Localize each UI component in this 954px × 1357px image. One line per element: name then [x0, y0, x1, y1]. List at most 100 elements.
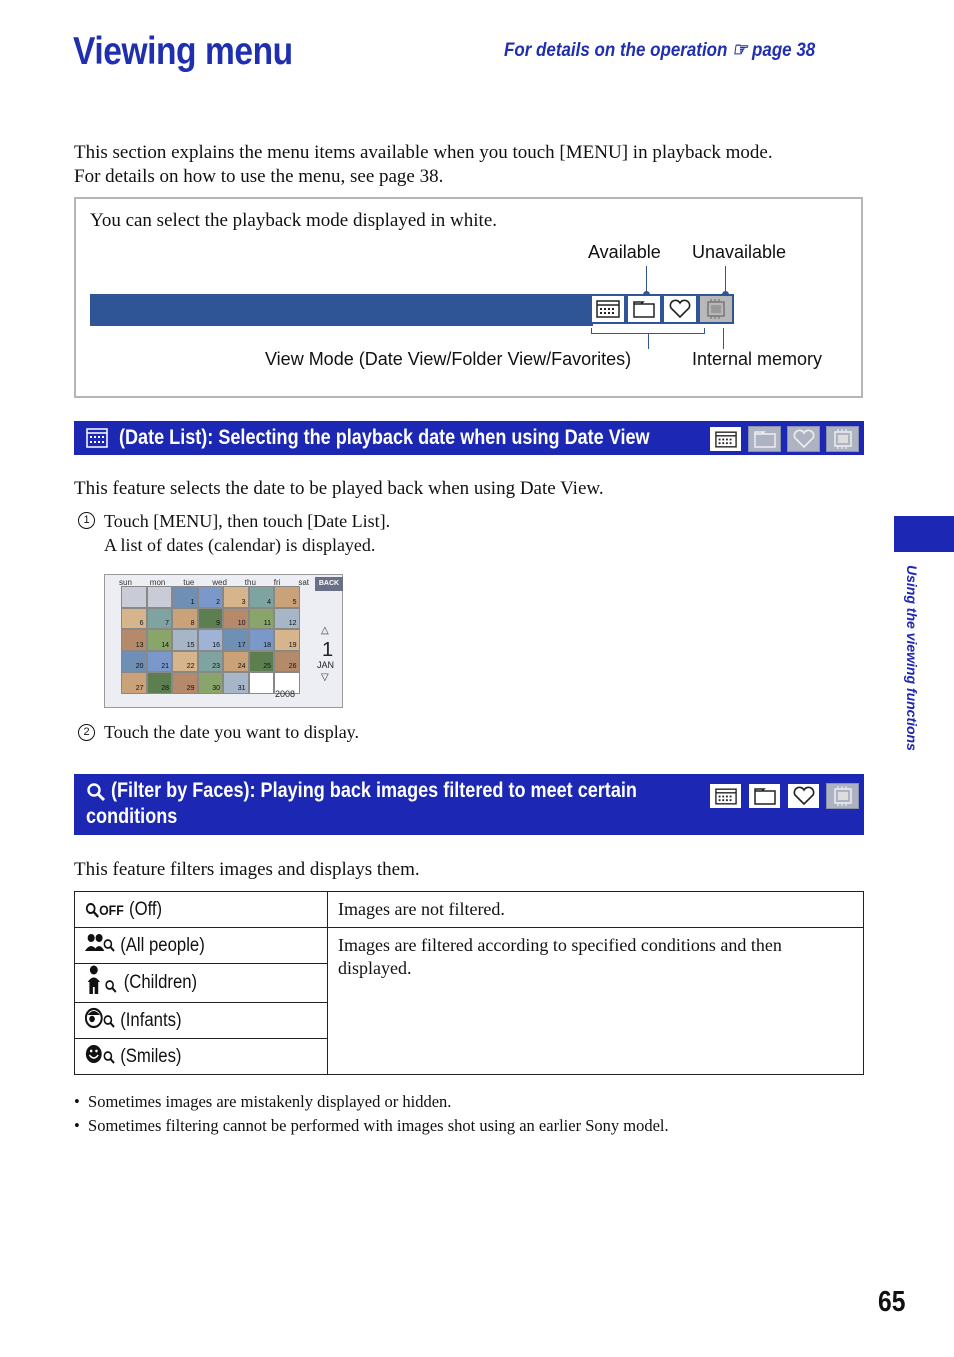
calendar-day-cell[interactable]: 30 — [197, 672, 223, 694]
calendar-day-cell[interactable]: 26 — [274, 650, 300, 672]
calendar-day-number: 2 — [216, 598, 220, 606]
calendar-day-cell[interactable]: 27 — [121, 672, 147, 694]
calendar-day-cell[interactable]: 9 — [197, 607, 223, 629]
face-off-icon: OFF — [85, 902, 124, 918]
calendar-day-cell[interactable]: 4 — [248, 586, 274, 608]
calendar-empty-cell — [248, 672, 274, 694]
calendar-day-number: 25 — [263, 663, 271, 670]
calendar-day-cell[interactable]: 6 — [121, 607, 147, 629]
option-children: (Children) — [74, 963, 328, 1003]
calendar-day-cell[interactable]: 1 — [172, 586, 198, 608]
calendar-day-cell[interactable]: 10 — [223, 607, 249, 629]
section-title-filter-faces-line1: (Filter by Faces): Playing back images f… — [111, 779, 637, 802]
calendar-day-number: 15 — [186, 641, 195, 649]
calendar-day-cell[interactable]: 24 — [223, 650, 249, 672]
calendar-day-cell[interactable]: 29 — [172, 672, 198, 694]
option-label: (All people) — [120, 934, 205, 956]
section-title-date-list: (Date List): Selecting the playback date… — [119, 426, 650, 449]
calendar-day-number: 16 — [212, 641, 220, 649]
option-all-people: (All people) — [74, 927, 328, 964]
calendar-day-number: 30 — [212, 684, 220, 692]
side-tab-label: Using the viewing functions — [898, 565, 928, 795]
calendar-day-number: 31 — [237, 684, 246, 692]
calendar-day-cell[interactable]: 22 — [172, 650, 198, 672]
calendar-day-number: 18 — [263, 641, 271, 649]
option-description: Images are not filtered. — [327, 891, 864, 928]
calendar-down-arrow[interactable]: ▽ — [321, 672, 329, 683]
calendar-day-cell[interactable]: 14 — [146, 629, 172, 651]
calendar-day-cell[interactable]: 2 — [197, 586, 223, 608]
calendar-day-cell[interactable]: 19 — [274, 629, 300, 651]
date-view-icon — [709, 426, 742, 452]
calendar-month-number: 1 — [322, 639, 334, 661]
calendar-day-number: 9 — [216, 620, 220, 627]
calendar-day-cell[interactable]: 17 — [223, 629, 249, 651]
calendar-empty-cell — [146, 586, 172, 608]
calendar-year: 2008 — [275, 689, 296, 699]
note-text: Sometimes filtering cannot be performed … — [88, 1116, 669, 1135]
folder-view-icon — [748, 426, 781, 452]
calendar-day-cell[interactable]: 21 — [146, 650, 172, 672]
calendar-day-cell[interactable]: 23 — [197, 650, 223, 672]
step-2-text: Touch the date you want to display. — [104, 722, 360, 742]
calendar-day-cell[interactable]: 8 — [172, 607, 198, 629]
step-1-result: A list of dates (calendar) is displayed. — [104, 535, 376, 555]
calendar-day-cell[interactable]: 15 — [172, 629, 198, 651]
infobox-text: You can select the playback mode display… — [90, 210, 497, 231]
calendar-day-cell[interactable]: 18 — [248, 629, 274, 651]
folder-view-icon[interactable] — [626, 294, 662, 324]
calendar-day-cell[interactable]: 28 — [146, 672, 172, 694]
section-title-filter-faces-line2: conditions — [86, 805, 178, 828]
intro-line-2: For details on how to use the menu, see … — [74, 166, 444, 187]
calendar-day-number: 17 — [237, 641, 246, 649]
calendar-day-number: 6 — [139, 620, 144, 627]
date-list-description: This feature selects the date to be play… — [74, 478, 604, 499]
callout-line-unavailable — [725, 266, 726, 294]
calendar-screen: sun mon tue wed thu fri sat 1 2 3 4 5 6 7 8 9 10 11 12 13 1… — [104, 574, 343, 708]
calendar-day-cell[interactable]: 25 — [248, 650, 274, 672]
calendar-day-cell[interactable]: 31 — [223, 672, 249, 694]
option-label: (Infants) — [120, 1009, 182, 1031]
calendar-day-cell[interactable]: 16 — [197, 629, 223, 651]
calendar-day-cell[interactable]: 7 — [146, 607, 172, 629]
step-1-text: Touch [MENU], then touch [Date List]. A … — [104, 509, 390, 557]
callout-line-internal — [723, 328, 724, 349]
calendar-day-cell[interactable]: 5 — [274, 586, 300, 608]
operation-reference-link[interactable]: For details on the operation ☞ page 38 — [504, 38, 815, 62]
calendar-day-number: 19 — [288, 641, 297, 649]
filter-faces-description: This feature filters images and displays… — [74, 859, 420, 880]
date-list-icon — [86, 428, 108, 454]
internal-memory-icon — [826, 783, 859, 809]
favorites-icon — [787, 783, 820, 809]
callout-line-view-mode — [648, 334, 649, 349]
face-off-icon-text: OFF — [99, 901, 124, 918]
table-row: (All people) Images are filtered accordi… — [74, 927, 864, 1075]
all-people-icon — [85, 933, 115, 959]
smiles-icon — [85, 1043, 115, 1071]
back-button[interactable]: BACK — [315, 577, 343, 591]
calendar-day-cell[interactable]: 3 — [223, 586, 249, 608]
calendar-day-number: 4 — [267, 598, 271, 606]
side-tab-text: Using the viewing functions — [904, 565, 920, 751]
calendar-day-number: 8 — [190, 620, 195, 627]
calendar-day-cell[interactable]: 11 — [248, 607, 274, 629]
calendar-day-cell[interactable]: 12 — [274, 607, 300, 629]
calendar-day-number: 24 — [237, 663, 246, 670]
calendar-day-cell[interactable]: 20 — [121, 650, 147, 672]
option-infants: (Infants) — [74, 1002, 328, 1039]
calendar-day-cell[interactable]: 13 — [121, 629, 147, 651]
favorites-icon — [787, 426, 820, 452]
option-label: (Off) — [129, 898, 163, 920]
page-number: 65 — [878, 1286, 906, 1318]
step-2-number: 2 — [78, 722, 95, 741]
calendar-up-arrow[interactable]: △ — [321, 625, 329, 636]
calendar-day-number: 23 — [212, 663, 220, 670]
option-description: Images are filtered according to specifi… — [327, 927, 864, 1075]
internal-memory-icon — [826, 426, 859, 452]
favorites-icon[interactable] — [662, 294, 698, 324]
step-1-instruction: Touch [MENU], then touch [Date List]. — [104, 511, 391, 531]
callout-line-available — [646, 266, 647, 294]
label-unavailable: Unavailable — [692, 242, 787, 262]
note-1: • Sometimes images are mistakenly displa… — [74, 1092, 452, 1111]
date-view-icon[interactable] — [590, 294, 626, 324]
